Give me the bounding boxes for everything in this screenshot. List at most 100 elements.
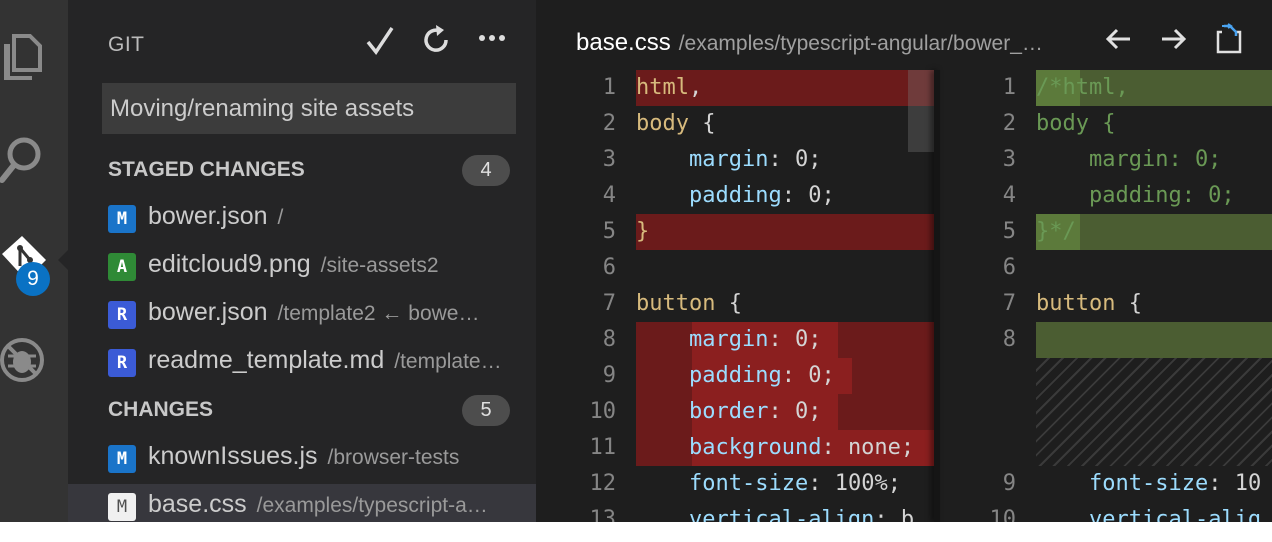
- file-path: /examples/typescript-a…: [256, 494, 488, 517]
- code-token: 10: [1234, 471, 1262, 496]
- file-name: bower.json: [148, 202, 268, 230]
- staged-file-row[interactable]: R bower.json/template2 ← bowe…: [68, 292, 536, 338]
- code-token: 0: [808, 363, 822, 388]
- line-number: 3: [1002, 147, 1016, 172]
- refresh-icon[interactable]: [418, 22, 454, 58]
- file-name: readme_template.md: [148, 346, 385, 374]
- code-token: ;: [900, 435, 915, 460]
- code-token: :: [821, 435, 848, 460]
- line-number: 13: [589, 507, 617, 522]
- diff-original-pane[interactable]: 1 html, 2 body {3 margin: 0; 4 padding: 0; 5}…: [536, 70, 936, 522]
- code-token: :: [808, 471, 835, 496]
- code-text: /*html,: [1036, 70, 1129, 106]
- file-path: /browser-tests: [327, 446, 460, 469]
- code-token: 0: [808, 183, 822, 208]
- explorer-files-icon[interactable]: [0, 30, 50, 80]
- editor-file-name: base.css: [576, 29, 671, 56]
- code-token: b: [900, 507, 915, 522]
- code-text: background: none;: [636, 430, 914, 466]
- code-token: }*/: [1036, 219, 1076, 244]
- sidebar-title: GIT: [108, 33, 145, 56]
- added-status-icon: A: [108, 253, 136, 281]
- activity-bar: 9: [0, 0, 68, 522]
- open-file-icon[interactable]: [1212, 22, 1246, 56]
- line-number: 9: [602, 363, 616, 388]
- code-text: button {: [636, 286, 742, 322]
- code-token: ;: [821, 183, 835, 208]
- file-path: /: [277, 206, 284, 229]
- editor-file-path: /examples/typescript-angular/bower_…: [678, 32, 1043, 55]
- diff-filler-hatch: [1036, 358, 1272, 466]
- code-token: 100%: [834, 471, 888, 496]
- code-token: ;: [808, 399, 822, 424]
- file-path: /template…: [394, 350, 502, 373]
- code-token: ;: [808, 327, 822, 352]
- changed-file-row-selected[interactable]: M base.css/examples/typescript-a…: [68, 484, 536, 522]
- editor-title: base.css/examples/typescript-angular/bow…: [576, 29, 1096, 57]
- code-token: {: [688, 111, 716, 136]
- code-token: ;: [808, 147, 822, 172]
- file-name: bower.json: [148, 298, 268, 326]
- line-number: 4: [1002, 183, 1016, 208]
- code-token: 0: [794, 147, 809, 172]
- line-number: 2: [1002, 111, 1016, 136]
- code-token: border: [688, 399, 769, 424]
- debug-icon[interactable]: [0, 334, 50, 384]
- line-number: 8: [602, 327, 616, 352]
- code-text: padding: 0;: [636, 178, 835, 214]
- code-token: /*html,: [1036, 75, 1129, 100]
- next-change-icon[interactable]: [1156, 22, 1190, 56]
- modified-status-icon: M: [108, 205, 136, 233]
- code-token: none: [847, 435, 901, 460]
- code-text: margin: 0;: [636, 142, 821, 178]
- staged-file-row[interactable]: R readme_template.md/template…: [68, 340, 536, 386]
- file-name: editcloud9.png: [148, 250, 311, 278]
- more-actions-icon[interactable]: [474, 22, 510, 58]
- code-text: font-size: 10: [1036, 466, 1261, 502]
- code-token: font-size: [688, 471, 809, 496]
- code-text: font-size: 100%;: [636, 466, 901, 502]
- code-token: background: [688, 435, 822, 460]
- search-icon[interactable]: [0, 132, 50, 183]
- line-number: 1: [1002, 75, 1016, 100]
- code-token: body {: [1036, 111, 1116, 136]
- code-text: }: [636, 214, 649, 250]
- deleted-line-highlight: [636, 214, 936, 250]
- code-token: padding: [688, 183, 782, 208]
- changes-header[interactable]: CHANGES: [108, 398, 213, 422]
- line-number: 2: [602, 111, 616, 136]
- code-token: :: [874, 507, 901, 522]
- staged-changes-header[interactable]: STAGED CHANGES: [108, 158, 305, 182]
- commit-check-icon[interactable]: [362, 22, 398, 58]
- code-text: border: 0;: [636, 394, 821, 430]
- modified-status-icon: M: [108, 493, 136, 521]
- code-text: body {: [636, 106, 715, 142]
- renamed-status-icon: R: [108, 349, 136, 377]
- line-number: 10: [989, 507, 1017, 522]
- line-number: 1: [602, 75, 616, 100]
- previous-change-icon[interactable]: [1102, 22, 1136, 56]
- code-text: margin: 0;: [636, 322, 821, 358]
- code-token: padding: [688, 363, 782, 388]
- staged-file-row[interactable]: A editcloud9.png/site-assets2: [68, 244, 536, 290]
- changed-file-row[interactable]: M knownIssues.js/browser-tests: [68, 436, 536, 482]
- scrollbar-slider[interactable]: [908, 70, 936, 152]
- staged-file-row[interactable]: M bower.json /: [68, 196, 536, 242]
- code-text: }*/: [1036, 214, 1076, 250]
- code-token: margin: 0;: [1036, 147, 1222, 172]
- file-path: /site-assets2: [320, 254, 439, 277]
- file-name: base.css: [148, 490, 247, 518]
- line-number: 9: [1002, 471, 1016, 496]
- git-sidebar: GIT STAGED CHANGES 4 M bower.jso: [68, 0, 536, 522]
- renamed-status-icon: R: [108, 301, 136, 329]
- added-line-highlight: [1036, 322, 1272, 358]
- code-token: :: [1208, 471, 1235, 496]
- code-token: :: [781, 183, 809, 208]
- diff-modified-pane[interactable]: 1 /*html, 2 body {3 margin: 0; 4 padding: 0;…: [936, 70, 1272, 522]
- code-token: }: [636, 219, 650, 244]
- commit-message-input[interactable]: [102, 83, 516, 134]
- changes-count-badge: 5: [462, 395, 510, 426]
- code-token: button: [1036, 291, 1116, 316]
